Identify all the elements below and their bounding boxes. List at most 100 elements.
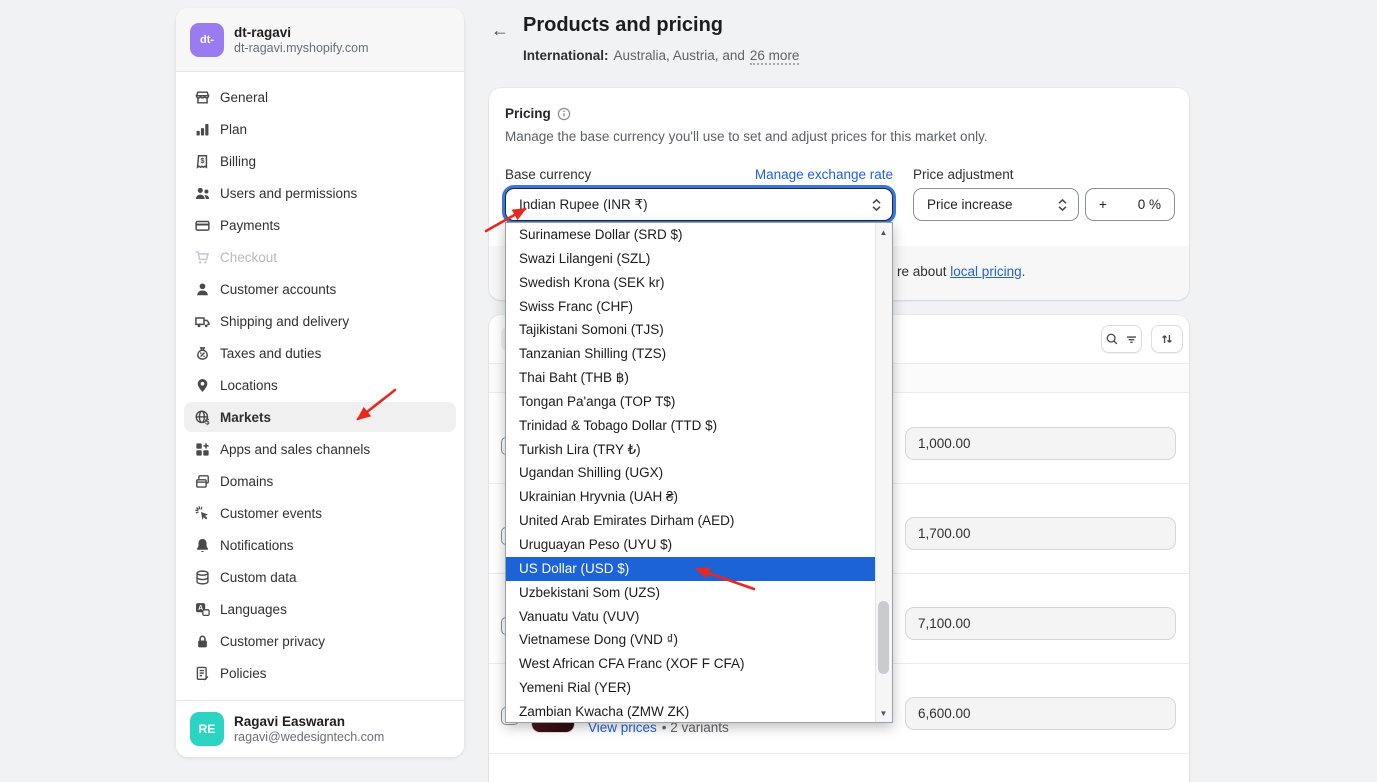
- currency-option[interactable]: Vietnamese Dong (VND ₫): [506, 628, 876, 652]
- map-pin-icon: [194, 377, 211, 394]
- users-icon: [194, 185, 211, 202]
- store-switcher[interactable]: dt- dt-ragavi dt-ragavi.myshopify.com: [176, 8, 464, 72]
- currency-option-label: Uruguayan Peso (UYU $): [519, 537, 672, 552]
- sidebar-item-billing[interactable]: $ Billing: [184, 146, 456, 176]
- database-icon: [194, 569, 211, 586]
- cart-icon: [194, 249, 211, 266]
- currency-option-label: Zambian Kwacha (ZMW ZK): [519, 704, 689, 719]
- currency-option-label: Tanzanian Shilling (TZS): [519, 346, 666, 361]
- user-avatar: RE: [190, 712, 224, 746]
- sidebar-item-customer-events[interactable]: Customer events: [184, 498, 456, 528]
- currency-option[interactable]: Tanzanian Shilling (TZS): [506, 342, 876, 366]
- document-icon: [194, 665, 211, 682]
- sort-button[interactable]: [1151, 325, 1183, 353]
- price-input[interactable]: 7,100.00: [905, 607, 1176, 640]
- back-arrow-icon[interactable]: ←: [487, 17, 513, 43]
- currency-option[interactable]: Yemeni Rial (YER): [506, 676, 876, 700]
- sidebar-item-custom-data[interactable]: Custom data: [184, 562, 456, 592]
- currency-option[interactable]: Trinidad & Tobago Dollar (TTD $): [506, 414, 876, 438]
- currency-option-label: Vanuatu Vatu (VUV): [519, 609, 639, 624]
- sidebar-item-label: Languages: [220, 602, 287, 617]
- sidebar-item-taxes-and-duties[interactable]: Taxes and duties: [184, 338, 456, 368]
- currency-option[interactable]: Uruguayan Peso (UYU $): [506, 533, 876, 557]
- currency-option[interactable]: Swedish Krona (SEK kr): [506, 271, 876, 295]
- price-input[interactable]: 1,700.00: [905, 517, 1176, 550]
- sidebar-item-label: Policies: [220, 666, 267, 681]
- chevron-updown-icon: [871, 198, 882, 212]
- payment-card-icon: [194, 217, 211, 234]
- currency-option[interactable]: Surinamese Dollar (SRD $): [506, 223, 876, 247]
- sidebar-item-languages[interactable]: A Languages: [184, 594, 456, 624]
- local-pricing-link[interactable]: local pricing: [950, 264, 1021, 279]
- currency-option-label: US Dollar (USD $): [519, 561, 629, 576]
- dropdown-scrollbar[interactable]: ▲ ▼: [875, 223, 892, 722]
- currency-option-label: Swiss Franc (CHF): [519, 299, 633, 314]
- sidebar-item-label: Customer events: [220, 506, 322, 521]
- sidebar-item-payments[interactable]: Payments: [184, 210, 456, 240]
- currency-option[interactable]: West African CFA Franc (XOF F CFA): [506, 652, 876, 676]
- currency-option[interactable]: Ugandan Shilling (UGX): [506, 461, 876, 485]
- user-meta: Ragavi Easwaran ragavi@wedesigntech.com: [234, 714, 384, 744]
- currency-option[interactable]: Zambian Kwacha (ZMW ZK): [506, 700, 876, 722]
- adjustment-percent-input[interactable]: + 0 %: [1085, 188, 1175, 221]
- currency-option-label: Thai Baht (THB ฿): [519, 370, 629, 385]
- market-regions: Australia, Austria, and: [614, 48, 745, 63]
- page-subtitle: International: Australia, Austria, and 2…: [523, 48, 799, 65]
- store-icon: [194, 89, 211, 106]
- scroll-down-icon[interactable]: ▼: [876, 706, 891, 720]
- price-input[interactable]: 6,600.00: [905, 697, 1176, 730]
- currency-option[interactable]: United Arab Emirates Dirham (AED): [506, 509, 876, 533]
- currency-option[interactable]: Ukrainian Hryvnia (UAH ₴): [506, 485, 876, 509]
- note-period: .: [1022, 264, 1026, 279]
- info-icon[interactable]: [557, 107, 571, 121]
- currency-option[interactable]: Tajikistani Somoni (TJS): [506, 318, 876, 342]
- currency-option-label: Yemeni Rial (YER): [519, 680, 631, 695]
- sidebar-item-domains[interactable]: Domains: [184, 466, 456, 496]
- currency-option-label: Surinamese Dollar (SRD $): [519, 227, 683, 242]
- currency-option[interactable]: Uzbekistani Som (UZS): [506, 581, 876, 605]
- sidebar-item-apps-and-sales-channels[interactable]: Apps and sales channels: [184, 434, 456, 464]
- sidebar-item-customer-accounts[interactable]: Customer accounts: [184, 274, 456, 304]
- currency-dropdown-list: Surinamese Dollar (SRD $) Swazi Lilangen…: [506, 223, 876, 722]
- sidebar-item-locations[interactable]: Locations: [184, 370, 456, 400]
- filter-lines-icon: [1125, 333, 1138, 346]
- sidebar-item-shipping-and-delivery[interactable]: Shipping and delivery: [184, 306, 456, 336]
- currency-option[interactable]: Tongan Pa'anga (TOP T$): [506, 390, 876, 414]
- user-name: Ragavi Easwaran: [234, 714, 384, 729]
- currency-option[interactable]: Turkish Lira (TRY ₺): [506, 438, 876, 462]
- more-regions-link[interactable]: 26 more: [750, 48, 800, 65]
- currency-option[interactable]: Swazi Lilangeni (SZL): [506, 247, 876, 271]
- sidebar-item-customer-privacy[interactable]: Customer privacy: [184, 626, 456, 656]
- store-name: dt-ragavi: [234, 25, 369, 40]
- currency-option-label: Vietnamese Dong (VND ₫): [519, 632, 678, 647]
- base-currency-select[interactable]: Indian Rupee (INR ₹): [505, 188, 893, 221]
- currency-option-label: United Arab Emirates Dirham (AED): [519, 513, 734, 528]
- bell-icon: [194, 537, 211, 554]
- manage-exchange-rate-link[interactable]: Manage exchange rate: [755, 167, 893, 182]
- currency-option[interactable]: Swiss Franc (CHF): [506, 295, 876, 319]
- price-input[interactable]: 1,000.00: [905, 427, 1176, 460]
- sidebar-item-label: Payments: [220, 218, 280, 233]
- sidebar-item-plan[interactable]: Plan: [184, 114, 456, 144]
- currency-option[interactable]: US Dollar (USD $): [506, 557, 876, 581]
- sidebar-item-notifications[interactable]: Notifications: [184, 530, 456, 560]
- sidebar-item-general[interactable]: General: [184, 82, 456, 112]
- sidebar-item-policies[interactable]: Policies: [184, 658, 456, 688]
- sidebar-item-checkout[interactable]: Checkout: [184, 242, 456, 272]
- currency-option[interactable]: Vanuatu Vatu (VUV): [506, 605, 876, 629]
- user-account[interactable]: RE Ragavi Easwaran ragavi@wedesigntech.c…: [176, 700, 464, 757]
- sidebar-item-users-and-permissions[interactable]: Users and permissions: [184, 178, 456, 208]
- scrollbar-thumb[interactable]: [878, 601, 889, 674]
- price-adjustment-select[interactable]: Price increase: [913, 188, 1079, 221]
- scroll-up-icon[interactable]: ▲: [876, 225, 891, 239]
- sidebar-item-label: Locations: [220, 378, 278, 393]
- sidebar-item-markets[interactable]: $ Markets: [184, 402, 456, 432]
- sidebar-item-label: Taxes and duties: [220, 346, 321, 361]
- currency-option[interactable]: Thai Baht (THB ฿): [506, 366, 876, 390]
- currency-option-label: Swazi Lilangeni (SZL): [519, 251, 650, 266]
- svg-text:$: $: [205, 417, 210, 425]
- currency-option-label: Swedish Krona (SEK kr): [519, 275, 665, 290]
- store-avatar: dt-: [190, 23, 224, 57]
- search-and-filter-button[interactable]: [1101, 325, 1142, 353]
- price-adjustment-value: Price increase: [914, 197, 1057, 212]
